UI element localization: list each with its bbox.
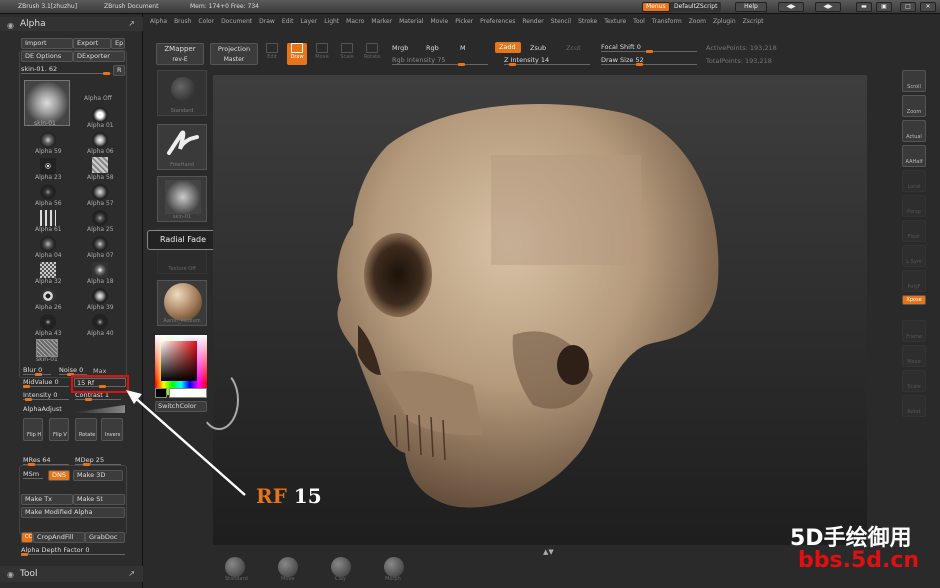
rf-annotation-label: RF xyxy=(256,484,287,508)
annotation-arrow xyxy=(126,390,246,496)
rf-annotation: RF 15 xyxy=(256,484,322,508)
watermark-url: bbs.5d.cn xyxy=(798,548,920,573)
rf-annotation-value: 15 xyxy=(293,484,322,508)
